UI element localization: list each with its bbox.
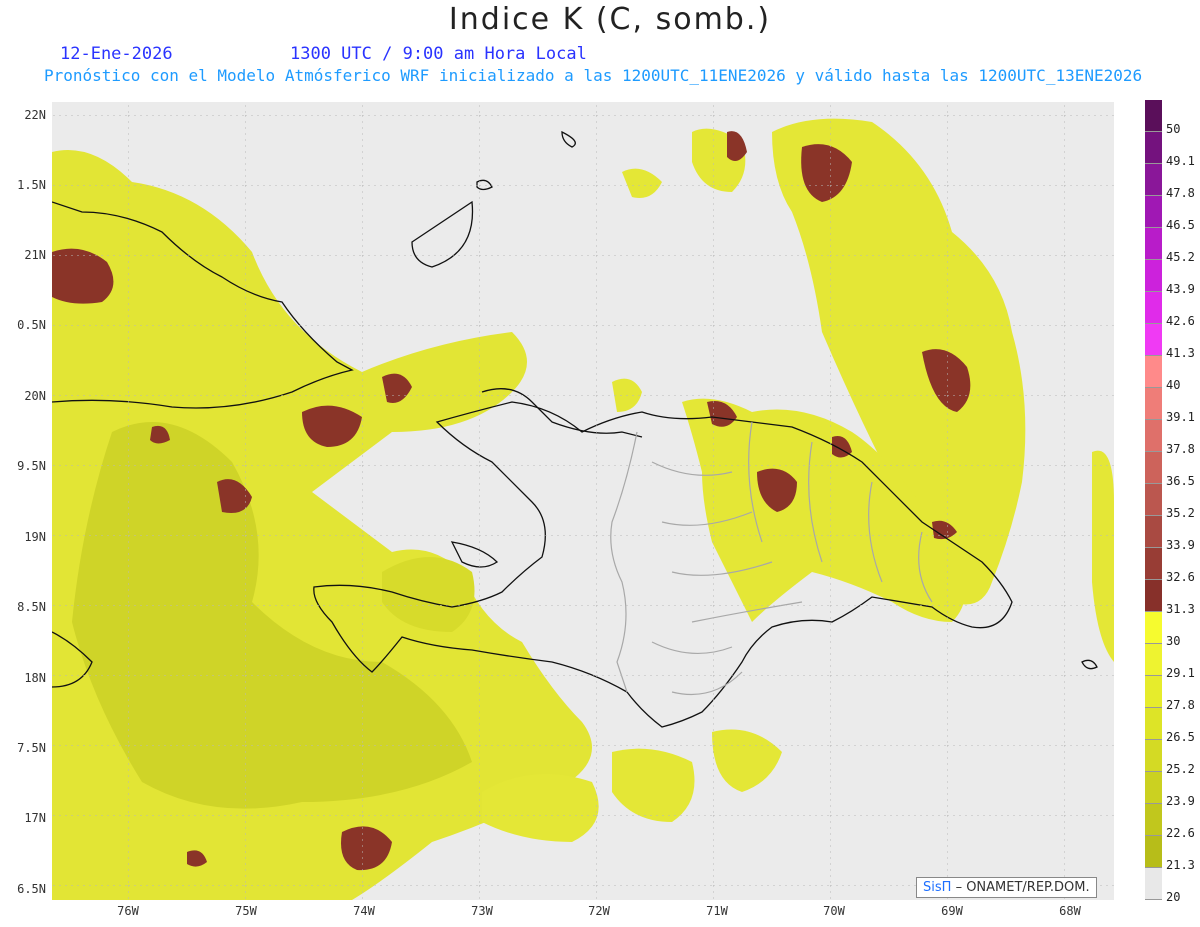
colorbar-label: 41.3 (1166, 346, 1195, 360)
colorbar-label: 37.8 (1166, 442, 1195, 456)
lat-label: 9.5N (17, 459, 46, 473)
colorbar-label: 42.6 (1166, 314, 1195, 328)
colorbar-label: 29.1 (1166, 666, 1195, 680)
lat-label: 8.5N (17, 600, 46, 614)
colorbar-label: 40 (1166, 378, 1181, 392)
lon-label: 74W (353, 904, 375, 918)
colorbar-label: 50 (1166, 122, 1181, 136)
colorbar-segment (1145, 100, 1162, 132)
map-title: Indice K (C, somb.) (448, 2, 772, 37)
sispi-logo-text: SisΠ (923, 880, 952, 895)
lat-label: 19N (24, 530, 46, 544)
map-area (52, 102, 1114, 900)
colorbar-label: 45.2 (1166, 250, 1195, 264)
colorbar-label: 32.6 (1166, 570, 1195, 584)
colorbar-label: 33.9 (1166, 538, 1195, 552)
colorbar-segment (1145, 740, 1162, 772)
colorbar-label: 36.5 (1166, 474, 1195, 488)
colorbar-segment (1145, 804, 1162, 836)
colorbar-segment (1145, 836, 1162, 868)
colorbar-segment (1145, 196, 1162, 228)
credit-org: – ONAMET/REP.DOM. (955, 880, 1090, 895)
lat-label: 18N (24, 671, 46, 685)
colorbar-segment (1145, 260, 1162, 292)
colorbar-segment (1145, 452, 1162, 484)
lat-label: 17N (24, 811, 46, 825)
lon-label: 69W (941, 904, 963, 918)
lat-label: 21N (24, 248, 46, 262)
colorbar-segment (1145, 644, 1162, 676)
lon-label: 68W (1059, 904, 1081, 918)
colorbar-label: 46.5 (1166, 218, 1195, 232)
colorbar-label: 35.2 (1166, 506, 1195, 520)
colorbar-segment (1145, 164, 1162, 196)
colorbar-label: 20 (1166, 890, 1181, 904)
colorbar-label: 22.6 (1166, 826, 1195, 840)
lon-label: 72W (588, 904, 610, 918)
colorbar-segment (1145, 868, 1162, 900)
colorbar-segment (1145, 420, 1162, 452)
forecast-date: 12-Ene-2026 (60, 44, 173, 64)
colorbar-label: 49.1 (1166, 154, 1195, 168)
lat-label: 6.5N (17, 882, 46, 896)
colorbar-label: 47.8 (1166, 186, 1195, 200)
colorbar-segment (1145, 324, 1162, 356)
colorbar-segment (1145, 708, 1162, 740)
lat-label: 7.5N (17, 741, 46, 755)
colorbar-segment (1145, 676, 1162, 708)
lat-label: 20N (24, 389, 46, 403)
colorbar-label: 25.2 (1166, 762, 1195, 776)
colorbar-segment (1145, 292, 1162, 324)
colorbar (1145, 100, 1162, 900)
colorbar-label: 23.9 (1166, 794, 1195, 808)
lon-label: 76W (117, 904, 139, 918)
colorbar-segment (1145, 516, 1162, 548)
colorbar-label: 27.8 (1166, 698, 1195, 712)
lat-label: 1.5N (17, 178, 46, 192)
colorbar-segment (1145, 548, 1162, 580)
colorbar-label: 43.9 (1166, 282, 1195, 296)
colorbar-segment (1145, 228, 1162, 260)
lon-label: 73W (471, 904, 493, 918)
k-index-field (52, 102, 1114, 900)
lat-label: 22N (24, 108, 46, 122)
lon-label: 71W (706, 904, 728, 918)
lat-label: 0.5N (17, 318, 46, 332)
colorbar-segment (1145, 612, 1162, 644)
forecast-time: 1300 UTC / 9:00 am Hora Local (290, 44, 587, 64)
colorbar-segment (1145, 484, 1162, 516)
lon-label: 75W (235, 904, 257, 918)
credit-box: SisΠ – ONAMET/REP.DOM. (916, 877, 1097, 898)
colorbar-label: 30 (1166, 634, 1181, 648)
colorbar-label: 39.1 (1166, 410, 1195, 424)
lon-label: 70W (823, 904, 845, 918)
colorbar-label: 31.3 (1166, 602, 1195, 616)
colorbar-segment (1145, 132, 1162, 164)
colorbar-segment (1145, 356, 1162, 388)
colorbar-segment (1145, 388, 1162, 420)
graticule (52, 102, 1114, 900)
colorbar-segment (1145, 580, 1162, 612)
colorbar-segment (1145, 772, 1162, 804)
colorbar-label: 26.5 (1166, 730, 1195, 744)
colorbar-label: 21.3 (1166, 858, 1195, 872)
model-description: Pronóstico con el Modelo Atmósferico WRF… (44, 66, 1143, 85)
